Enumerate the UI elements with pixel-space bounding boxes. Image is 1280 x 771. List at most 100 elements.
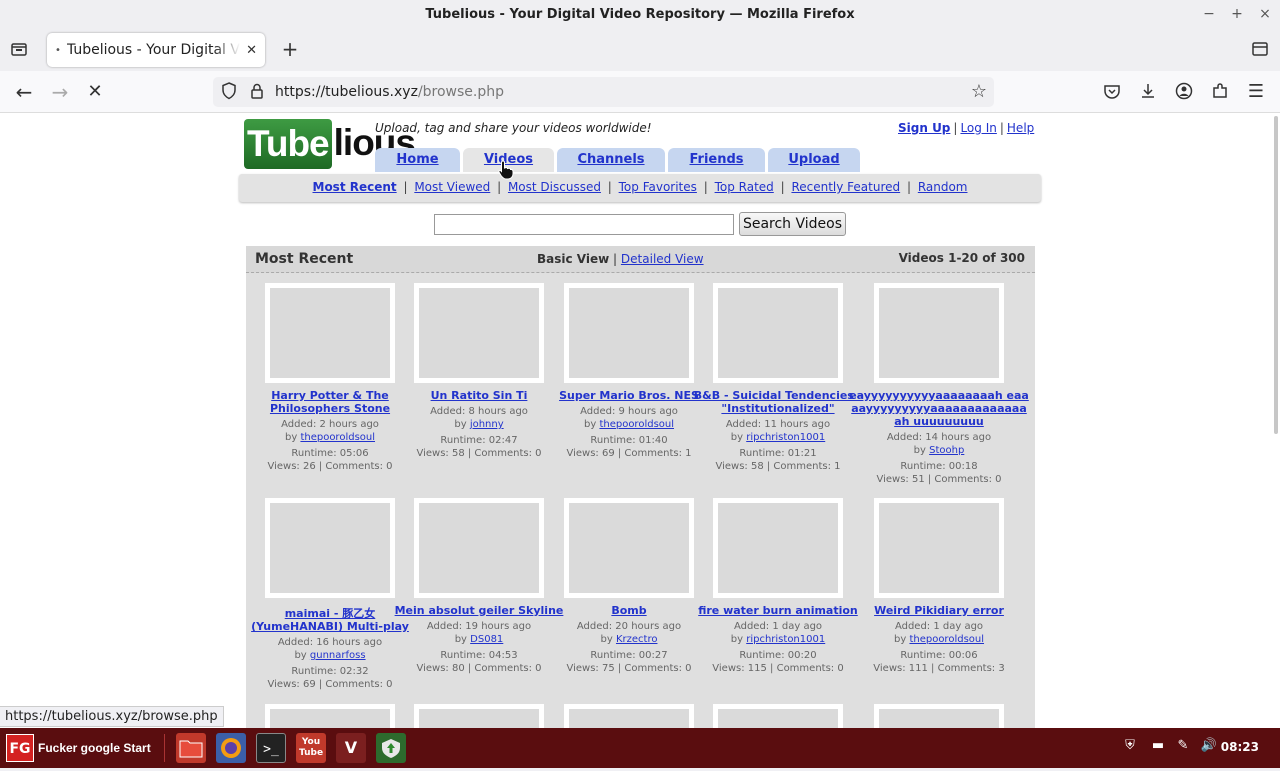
video-thumbnail[interactable] <box>564 704 694 728</box>
uploader-link[interactable]: thepooroldsoul <box>909 634 984 645</box>
subnav-most-recent[interactable]: Most Recent <box>313 180 397 194</box>
uploader-link[interactable]: Stoohp <box>929 445 964 456</box>
help-link[interactable]: Help <box>1007 121 1034 135</box>
video-title[interactable]: eayyyyyyyyyyaaaaaaaah eaaaayyyyyyyyyaaaa… <box>849 389 1029 428</box>
subnav-recently-featured[interactable]: Recently Featured <box>791 180 900 194</box>
video-thumbnail[interactable] <box>874 283 1004 383</box>
video-thumbnail[interactable] <box>265 704 395 728</box>
subnav-top-favorites[interactable]: Top Favorites <box>619 180 697 194</box>
close-tab-icon[interactable]: ✕ <box>246 43 257 58</box>
video-runtime: Runtime: 01:21 <box>739 448 817 459</box>
security-shield-icon[interactable]: ⛨ <box>1120 738 1140 753</box>
url-text[interactable]: https://tubelious.xyz/browse.php <box>275 84 504 100</box>
video-thumbnail[interactable] <box>713 283 843 383</box>
video-thumbnail[interactable] <box>874 498 1004 598</box>
basic-view-label: Basic View <box>537 252 610 266</box>
video-card: B&B - Suicidal Tendencies - "Institution… <box>688 283 868 473</box>
search-input[interactable] <box>434 214 734 235</box>
firefox-view-icon[interactable] <box>8 40 30 63</box>
navigation-toolbar: ← → ✕ https://tubelious.xyz/browse.php ☆… <box>0 71 1280 113</box>
lock-icon[interactable] <box>246 82 268 105</box>
stop-loading-icon[interactable]: ✕ <box>84 82 106 102</box>
downloads-icon[interactable] <box>1137 82 1159 105</box>
uploader-link[interactable]: ripchriston1001 <box>746 432 825 443</box>
video-runtime: Runtime: 00:20 <box>739 650 817 661</box>
browser-tab[interactable]: • Tubelious - Your Digital Video Reposit… <box>47 33 265 67</box>
detailed-view-link[interactable]: Detailed View <box>621 252 704 266</box>
uploader-link[interactable]: DS081 <box>470 634 503 645</box>
new-tab-button[interactable]: + <box>279 39 301 59</box>
page-scrollbar[interactable] <box>1274 116 1278 434</box>
video-runtime: Runtime: 00:18 <box>900 461 978 472</box>
tab-channels[interactable]: Channels <box>557 148 665 172</box>
tracking-protection-icon[interactable] <box>218 82 240 105</box>
start-button[interactable]: FG Fucker google Start <box>6 733 151 763</box>
uploader-link[interactable]: ripchriston1001 <box>746 634 825 645</box>
video-stats: Views: 111 | Comments: 3 <box>873 663 1005 674</box>
update-manager-icon[interactable] <box>376 733 406 763</box>
volume-icon[interactable]: 🔊 <box>1199 738 1219 753</box>
terminal-icon[interactable]: >_ <box>256 733 286 763</box>
video-title[interactable]: Weird Pikidiary error <box>849 604 1029 617</box>
start-logo-icon: FG <box>6 734 34 762</box>
video-thumbnail[interactable] <box>414 498 544 598</box>
app-menu-icon[interactable]: ☰ <box>1245 82 1267 102</box>
video-thumbnail[interactable] <box>265 283 395 383</box>
uploader-link[interactable]: thepooroldsoul <box>599 419 674 430</box>
subnav-random[interactable]: Random <box>918 180 968 194</box>
tab-title: Tubelious - Your Digital Video Repositor… <box>66 42 240 58</box>
uploader-link[interactable]: thepooroldsoul <box>300 432 375 443</box>
youtube-icon[interactable]: You Tube <box>296 733 326 763</box>
subnav-most-discussed[interactable]: Most Discussed <box>508 180 601 194</box>
pen-icon[interactable]: ✎ <box>1173 738 1193 753</box>
panel-header: Most Recent Basic View | Detailed View V… <box>246 246 1035 273</box>
uploader-link[interactable]: gunnarfoss <box>310 650 366 661</box>
uploader-link[interactable]: johnny <box>470 419 504 430</box>
video-added: Added: 14 hours ago <box>886 432 992 443</box>
back-icon[interactable]: ← <box>13 82 35 102</box>
clock[interactable]: 08:23 <box>1221 740 1259 754</box>
search-videos-button[interactable]: Search Videos <box>739 212 846 236</box>
hand-cursor-icon <box>498 160 514 183</box>
keyboard-icon[interactable]: ▬ <box>1148 738 1168 753</box>
login-link[interactable]: Log In <box>960 121 996 135</box>
video-card: eayyyyyyyyyyaaaaaaaah eaaaayyyyyyyyyaaaa… <box>849 283 1029 486</box>
url-host: https://tubelious.xyz <box>275 84 418 100</box>
tab-home[interactable]: Home <box>375 148 460 172</box>
video-thumbnail[interactable] <box>564 283 694 383</box>
video-thumbnail[interactable] <box>874 704 1004 728</box>
by-label: by <box>730 634 744 645</box>
bookmark-star-icon[interactable]: ☆ <box>968 82 990 102</box>
site-tagline: Upload, tag and share your videos worldw… <box>375 121 652 135</box>
minimize-icon[interactable]: − <box>1202 0 1216 29</box>
tab-upload[interactable]: Upload <box>768 148 860 172</box>
forward-icon[interactable]: → <box>49 82 71 102</box>
tab-friends[interactable]: Friends <box>668 148 765 172</box>
uploader-link[interactable]: Krzectro <box>616 634 658 645</box>
extensions-icon[interactable] <box>1209 82 1231 105</box>
video-thumbnail[interactable] <box>414 283 544 383</box>
video-thumbnail[interactable] <box>564 498 694 598</box>
subnav-top-rated[interactable]: Top Rated <box>715 180 774 194</box>
video-thumbnail[interactable] <box>414 704 544 728</box>
video-thumbnail[interactable] <box>265 498 395 598</box>
firefox-icon[interactable] <box>216 733 246 763</box>
maximize-icon[interactable]: + <box>1230 0 1244 29</box>
list-all-tabs-icon[interactable] <box>1249 40 1271 63</box>
pocket-icon[interactable] <box>1101 82 1123 105</box>
account-icon[interactable] <box>1173 82 1195 105</box>
vivaldi-icon[interactable]: V <box>336 733 366 763</box>
subnav-most-viewed[interactable]: Most Viewed <box>414 180 490 194</box>
video-added: Added: 11 hours ago <box>725 419 831 430</box>
close-window-icon[interactable]: × <box>1258 0 1272 29</box>
video-thumbnail[interactable] <box>713 498 843 598</box>
url-path: /browse.php <box>417 84 505 100</box>
video-thumbnail[interactable] <box>713 704 843 728</box>
video-title[interactable]: fire water burn animation <box>688 604 868 617</box>
url-bar[interactable]: https://tubelious.xyz/browse.php ☆ <box>213 77 994 107</box>
tab-upload-label: Upload <box>788 152 840 167</box>
video-added: Added: 1 day ago <box>733 621 823 632</box>
signup-link[interactable]: Sign Up <box>898 121 950 135</box>
file-manager-icon[interactable] <box>176 733 206 763</box>
video-title[interactable]: B&B - Suicidal Tendencies - "Institution… <box>688 389 868 415</box>
